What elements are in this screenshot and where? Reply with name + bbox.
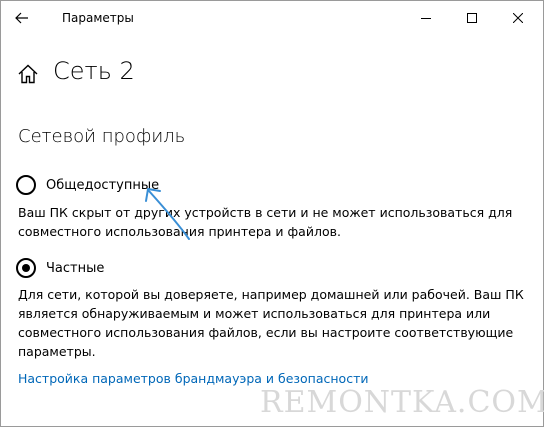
radio-private[interactable]: Частные bbox=[16, 256, 104, 280]
title-bar: Параметры bbox=[1, 1, 543, 35]
radio-private-circle[interactable] bbox=[16, 258, 36, 278]
back-button[interactable] bbox=[5, 1, 39, 35]
maximize-button[interactable] bbox=[449, 1, 495, 35]
close-button[interactable] bbox=[495, 1, 541, 35]
page-title: Сеть 2 bbox=[53, 57, 135, 85]
minimize-icon bbox=[421, 18, 431, 19]
radio-private-label[interactable]: Частные bbox=[46, 261, 104, 276]
back-arrow-icon bbox=[15, 12, 28, 24]
annotation-arrow-icon bbox=[145, 188, 190, 240]
firewall-settings-link[interactable]: Настройка параметров брандмауэра и безоп… bbox=[18, 371, 368, 386]
maximize-icon bbox=[467, 13, 477, 23]
minimize-button[interactable] bbox=[403, 1, 449, 35]
radio-selected-dot bbox=[22, 264, 30, 272]
home-icon[interactable] bbox=[17, 63, 39, 85]
radio-public-circle[interactable] bbox=[16, 175, 36, 195]
app-title: Параметры bbox=[62, 11, 134, 25]
section-title: Сетевой профиль bbox=[18, 126, 186, 147]
close-icon bbox=[513, 13, 523, 23]
private-description: Для сети, которой вы доверяете, например… bbox=[18, 287, 524, 359]
settings-window: Параметры Сеть 2 Сетевой профиль Общедос… bbox=[0, 0, 544, 427]
radio-public[interactable]: Общедоступные bbox=[16, 173, 159, 197]
public-description: Ваш ПК скрыт от других устройств в сети … bbox=[18, 205, 513, 239]
